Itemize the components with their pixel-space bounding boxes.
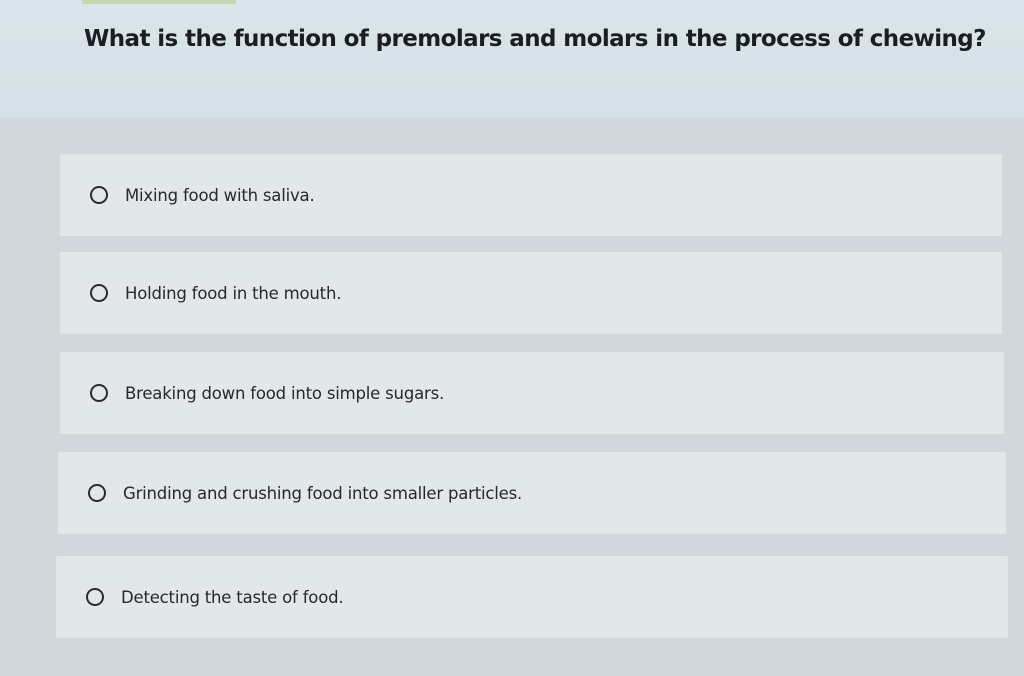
answer-option-2[interactable]: Holding food in the mouth. [60,252,1002,334]
radio-button-icon[interactable] [90,384,108,402]
question-text: What is the function of premolars and mo… [84,26,986,52]
answer-option-label: Holding food in the mouth. [125,283,342,303]
radio-button-icon[interactable] [86,588,104,606]
answer-option-3[interactable]: Breaking down food into simple sugars. [60,352,1004,434]
answer-options: Mixing food with saliva. Holding food in… [0,118,1024,676]
answer-option-label: Grinding and crushing food into smaller … [123,483,523,503]
answer-option-label: Detecting the taste of food. [121,587,344,607]
answer-option-1[interactable]: Mixing food with saliva. [60,154,1002,236]
radio-button-icon[interactable] [90,186,108,204]
radio-button-icon[interactable] [88,484,106,502]
radio-button-icon[interactable] [90,284,108,302]
answer-option-4[interactable]: Grinding and crushing food into smaller … [58,452,1006,534]
answer-option-5[interactable]: Detecting the taste of food. [56,556,1008,638]
header-accent-bar [82,0,236,4]
answer-option-label: Mixing food with saliva. [125,185,315,205]
answer-option-label: Breaking down food into simple sugars. [125,383,445,403]
question-header: What is the function of premolars and mo… [0,0,1024,118]
